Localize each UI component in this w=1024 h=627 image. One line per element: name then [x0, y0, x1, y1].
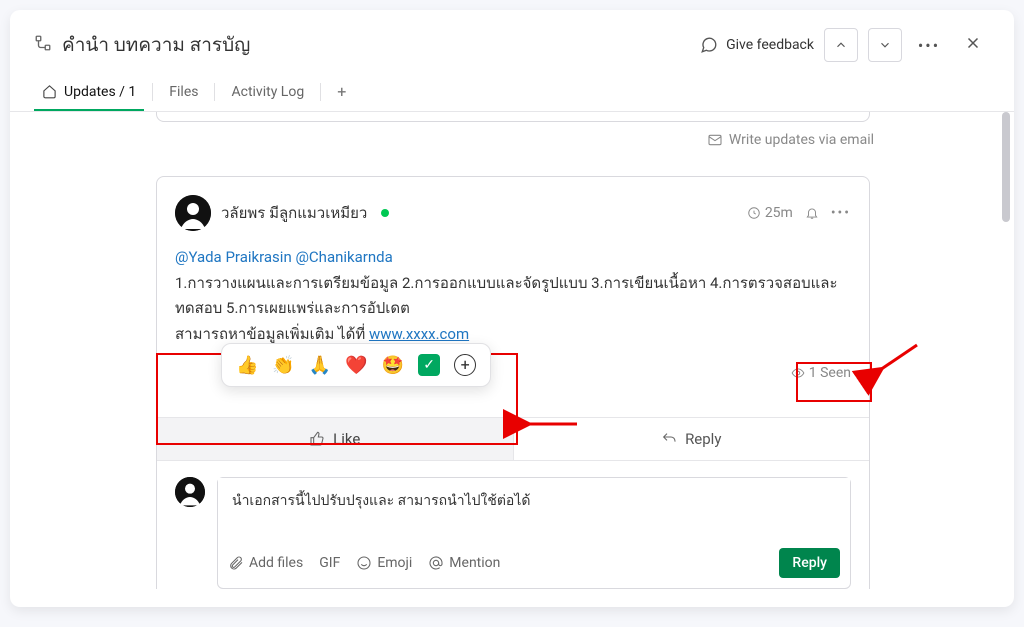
author-name[interactable]: วลัยพร มีลูกแมวเหมียว	[221, 201, 367, 225]
reply-button[interactable]: Reply	[514, 418, 870, 460]
close-icon	[964, 34, 982, 52]
mail-icon	[707, 132, 723, 148]
content-area: Write updates via email วลัยพร มีลูกแมวเ…	[10, 112, 1014, 589]
emoji-thumbsup[interactable]: 👍	[236, 355, 258, 376]
bell-icon	[805, 206, 819, 220]
reply-input[interactable]	[218, 478, 850, 536]
reply-icon	[661, 431, 677, 447]
eye-icon	[791, 366, 805, 380]
give-feedback-button[interactable]: Give feedback	[700, 36, 814, 54]
reply-compose: Add files GIF Emoji Mention	[157, 461, 869, 589]
at-icon	[428, 555, 444, 571]
tab-bar: Updates / 1 Files Activity Log +	[10, 72, 1014, 112]
submit-reply-button[interactable]: Reply	[779, 548, 840, 578]
modal-header: คำนำ บทความ สารบัญ Give feedback •••	[10, 10, 1014, 72]
hierarchy-icon	[34, 34, 52, 56]
emoji-pray[interactable]: 🙏	[309, 355, 331, 376]
paperclip-icon	[228, 555, 244, 571]
add-tab-button[interactable]: +	[323, 72, 360, 111]
emoji-clap[interactable]: 👏	[272, 355, 294, 376]
tab-activity-log[interactable]: Activity Log	[217, 74, 318, 110]
page-title: คำนำ บทความ สารบัญ	[62, 30, 250, 60]
person-icon	[175, 474, 205, 510]
update-post-card: วลัยพร มีลูกแมวเหมียว 25m ••• @Yada Prai…	[156, 176, 870, 589]
nav-next-button[interactable]	[868, 28, 902, 62]
emoji-check[interactable]: ✓	[418, 354, 440, 376]
tab-files[interactable]: Files	[155, 74, 212, 110]
write-via-email-link[interactable]: Write updates via email	[10, 122, 1014, 148]
online-indicator-icon	[381, 209, 389, 217]
annotation-arrow-seen	[872, 340, 922, 384]
current-user-avatar	[175, 477, 205, 507]
post-menu-button[interactable]: •••	[831, 205, 851, 221]
add-reaction-button[interactable]: +	[454, 354, 476, 376]
seen-count[interactable]: 1 Seen	[791, 365, 851, 381]
more-options-button[interactable]: •••	[912, 28, 946, 62]
post-more-text: สามารถหาข้อมูลเพิ่มเติม ได้ที่	[175, 325, 369, 343]
dots-icon: •••	[918, 36, 940, 55]
notification-toggle[interactable]	[805, 206, 819, 220]
nav-prev-button[interactable]	[824, 28, 858, 62]
like-button[interactable]: Like	[157, 418, 513, 460]
emoji-starstruck[interactable]: 🤩	[382, 355, 404, 376]
post-text: 1.การวางแผนและการเตรียมข้อมูล 2.การออกแบ…	[175, 271, 851, 322]
mention-button[interactable]: Mention	[428, 555, 500, 571]
emoji-heart[interactable]: ❤️	[345, 355, 367, 376]
smile-icon	[356, 555, 372, 571]
reaction-popover: 👍 👏 🙏 ❤️ 🤩 ✓ +	[221, 343, 491, 387]
author-avatar[interactable]	[175, 195, 211, 231]
close-button[interactable]	[956, 29, 990, 61]
external-link[interactable]: www.xxxx.com	[369, 325, 469, 343]
tab-updates[interactable]: Updates / 1	[28, 74, 150, 110]
chevron-up-icon	[834, 38, 848, 52]
thumbsup-icon	[309, 431, 325, 447]
chevron-down-icon	[878, 38, 892, 52]
add-files-button[interactable]: Add files	[228, 555, 303, 571]
scrollbar[interactable]	[1002, 112, 1010, 589]
emoji-button[interactable]: Emoji	[356, 555, 412, 571]
mention-link[interactable]: @Yada Praikrasin @Chanikarnda	[175, 248, 393, 266]
gif-button[interactable]: GIF	[319, 555, 340, 571]
speech-bubble-icon	[700, 36, 718, 54]
clock-icon	[747, 206, 761, 220]
post-timestamp: 25m	[747, 205, 793, 221]
previous-card-edge	[156, 112, 870, 122]
scrollbar-thumb[interactable]	[1002, 112, 1010, 222]
home-icon	[42, 84, 57, 99]
person-icon	[175, 195, 211, 231]
